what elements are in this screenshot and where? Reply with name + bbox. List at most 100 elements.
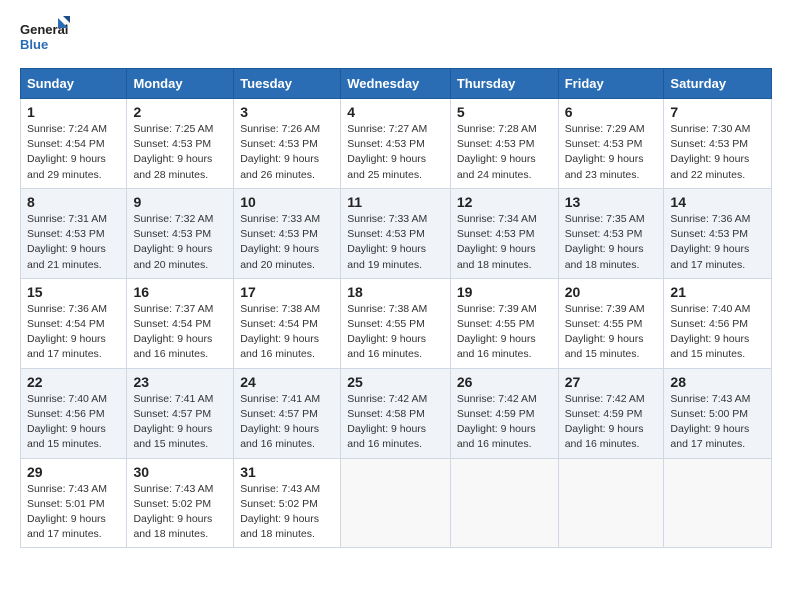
day-detail: Sunrise: 7:36 AM Sunset: 4:54 PM Dayligh… [27, 302, 120, 363]
day-detail: Sunrise: 7:35 AM Sunset: 4:53 PM Dayligh… [565, 212, 658, 273]
day-detail: Sunrise: 7:25 AM Sunset: 4:53 PM Dayligh… [133, 122, 227, 183]
day-number: 9 [133, 194, 227, 210]
header-wednesday: Wednesday [341, 69, 451, 99]
calendar-cell: 18 Sunrise: 7:38 AM Sunset: 4:55 PM Dayl… [341, 278, 451, 368]
calendar-cell: 21 Sunrise: 7:40 AM Sunset: 4:56 PM Dayl… [664, 278, 772, 368]
day-detail: Sunrise: 7:39 AM Sunset: 4:55 PM Dayligh… [457, 302, 552, 363]
day-number: 8 [27, 194, 120, 210]
header-thursday: Thursday [450, 69, 558, 99]
day-detail: Sunrise: 7:36 AM Sunset: 4:53 PM Dayligh… [670, 212, 765, 273]
day-number: 30 [133, 464, 227, 480]
calendar-cell: 17 Sunrise: 7:38 AM Sunset: 4:54 PM Dayl… [234, 278, 341, 368]
day-number: 14 [670, 194, 765, 210]
logo: General Blue [20, 16, 70, 58]
day-detail: Sunrise: 7:40 AM Sunset: 4:56 PM Dayligh… [27, 392, 120, 453]
header-sunday: Sunday [21, 69, 127, 99]
header-saturday: Saturday [664, 69, 772, 99]
calendar-cell: 24 Sunrise: 7:41 AM Sunset: 4:57 PM Dayl… [234, 368, 341, 458]
header-monday: Monday [127, 69, 234, 99]
calendar-cell [558, 458, 664, 548]
day-detail: Sunrise: 7:33 AM Sunset: 4:53 PM Dayligh… [240, 212, 334, 273]
calendar-cell: 22 Sunrise: 7:40 AM Sunset: 4:56 PM Dayl… [21, 368, 127, 458]
calendar-cell: 20 Sunrise: 7:39 AM Sunset: 4:55 PM Dayl… [558, 278, 664, 368]
calendar-cell: 13 Sunrise: 7:35 AM Sunset: 4:53 PM Dayl… [558, 188, 664, 278]
day-detail: Sunrise: 7:26 AM Sunset: 4:53 PM Dayligh… [240, 122, 334, 183]
day-number: 24 [240, 374, 334, 390]
calendar-cell: 9 Sunrise: 7:32 AM Sunset: 4:53 PM Dayli… [127, 188, 234, 278]
calendar-cell: 28 Sunrise: 7:43 AM Sunset: 5:00 PM Dayl… [664, 368, 772, 458]
day-detail: Sunrise: 7:37 AM Sunset: 4:54 PM Dayligh… [133, 302, 227, 363]
svg-text:Blue: Blue [20, 37, 48, 52]
calendar-week-4: 22 Sunrise: 7:40 AM Sunset: 4:56 PM Dayl… [21, 368, 772, 458]
calendar-header-row: SundayMondayTuesdayWednesdayThursdayFrid… [21, 69, 772, 99]
calendar-cell: 26 Sunrise: 7:42 AM Sunset: 4:59 PM Dayl… [450, 368, 558, 458]
header-friday: Friday [558, 69, 664, 99]
day-number: 1 [27, 104, 120, 120]
day-number: 12 [457, 194, 552, 210]
day-detail: Sunrise: 7:38 AM Sunset: 4:55 PM Dayligh… [347, 302, 444, 363]
day-detail: Sunrise: 7:42 AM Sunset: 4:59 PM Dayligh… [565, 392, 658, 453]
calendar-cell: 19 Sunrise: 7:39 AM Sunset: 4:55 PM Dayl… [450, 278, 558, 368]
calendar-cell: 4 Sunrise: 7:27 AM Sunset: 4:53 PM Dayli… [341, 99, 451, 189]
calendar-cell [450, 458, 558, 548]
calendar-week-5: 29 Sunrise: 7:43 AM Sunset: 5:01 PM Dayl… [21, 458, 772, 548]
day-number: 16 [133, 284, 227, 300]
day-detail: Sunrise: 7:27 AM Sunset: 4:53 PM Dayligh… [347, 122, 444, 183]
calendar-cell: 31 Sunrise: 7:43 AM Sunset: 5:02 PM Dayl… [234, 458, 341, 548]
day-detail: Sunrise: 7:43 AM Sunset: 5:02 PM Dayligh… [240, 482, 334, 543]
day-detail: Sunrise: 7:32 AM Sunset: 4:53 PM Dayligh… [133, 212, 227, 273]
calendar-cell: 30 Sunrise: 7:43 AM Sunset: 5:02 PM Dayl… [127, 458, 234, 548]
calendar-cell: 3 Sunrise: 7:26 AM Sunset: 4:53 PM Dayli… [234, 99, 341, 189]
page-header: General Blue [20, 16, 772, 58]
day-number: 5 [457, 104, 552, 120]
calendar-cell: 6 Sunrise: 7:29 AM Sunset: 4:53 PM Dayli… [558, 99, 664, 189]
day-detail: Sunrise: 7:38 AM Sunset: 4:54 PM Dayligh… [240, 302, 334, 363]
calendar-week-3: 15 Sunrise: 7:36 AM Sunset: 4:54 PM Dayl… [21, 278, 772, 368]
day-number: 18 [347, 284, 444, 300]
day-detail: Sunrise: 7:24 AM Sunset: 4:54 PM Dayligh… [27, 122, 120, 183]
calendar-cell: 12 Sunrise: 7:34 AM Sunset: 4:53 PM Dayl… [450, 188, 558, 278]
calendar-cell: 27 Sunrise: 7:42 AM Sunset: 4:59 PM Dayl… [558, 368, 664, 458]
day-number: 23 [133, 374, 227, 390]
day-number: 20 [565, 284, 658, 300]
day-detail: Sunrise: 7:40 AM Sunset: 4:56 PM Dayligh… [670, 302, 765, 363]
day-number: 7 [670, 104, 765, 120]
calendar-cell: 16 Sunrise: 7:37 AM Sunset: 4:54 PM Dayl… [127, 278, 234, 368]
calendar-week-2: 8 Sunrise: 7:31 AM Sunset: 4:53 PM Dayli… [21, 188, 772, 278]
day-number: 25 [347, 374, 444, 390]
calendar-cell: 10 Sunrise: 7:33 AM Sunset: 4:53 PM Dayl… [234, 188, 341, 278]
day-detail: Sunrise: 7:33 AM Sunset: 4:53 PM Dayligh… [347, 212, 444, 273]
day-detail: Sunrise: 7:41 AM Sunset: 4:57 PM Dayligh… [133, 392, 227, 453]
calendar-cell: 5 Sunrise: 7:28 AM Sunset: 4:53 PM Dayli… [450, 99, 558, 189]
day-detail: Sunrise: 7:34 AM Sunset: 4:53 PM Dayligh… [457, 212, 552, 273]
day-number: 10 [240, 194, 334, 210]
day-number: 2 [133, 104, 227, 120]
calendar-cell: 15 Sunrise: 7:36 AM Sunset: 4:54 PM Dayl… [21, 278, 127, 368]
calendar-cell: 1 Sunrise: 7:24 AM Sunset: 4:54 PM Dayli… [21, 99, 127, 189]
calendar-cell: 29 Sunrise: 7:43 AM Sunset: 5:01 PM Dayl… [21, 458, 127, 548]
calendar-cell: 11 Sunrise: 7:33 AM Sunset: 4:53 PM Dayl… [341, 188, 451, 278]
day-number: 4 [347, 104, 444, 120]
calendar-cell [664, 458, 772, 548]
day-number: 11 [347, 194, 444, 210]
day-number: 22 [27, 374, 120, 390]
logo-svg: General Blue [20, 16, 70, 58]
day-number: 29 [27, 464, 120, 480]
day-number: 15 [27, 284, 120, 300]
day-detail: Sunrise: 7:42 AM Sunset: 4:59 PM Dayligh… [457, 392, 552, 453]
day-number: 26 [457, 374, 552, 390]
day-number: 17 [240, 284, 334, 300]
day-number: 13 [565, 194, 658, 210]
calendar-cell: 2 Sunrise: 7:25 AM Sunset: 4:53 PM Dayli… [127, 99, 234, 189]
day-detail: Sunrise: 7:43 AM Sunset: 5:00 PM Dayligh… [670, 392, 765, 453]
calendar-cell: 23 Sunrise: 7:41 AM Sunset: 4:57 PM Dayl… [127, 368, 234, 458]
day-detail: Sunrise: 7:31 AM Sunset: 4:53 PM Dayligh… [27, 212, 120, 273]
header-tuesday: Tuesday [234, 69, 341, 99]
calendar-week-1: 1 Sunrise: 7:24 AM Sunset: 4:54 PM Dayli… [21, 99, 772, 189]
day-detail: Sunrise: 7:28 AM Sunset: 4:53 PM Dayligh… [457, 122, 552, 183]
day-number: 28 [670, 374, 765, 390]
day-number: 3 [240, 104, 334, 120]
day-number: 6 [565, 104, 658, 120]
day-number: 21 [670, 284, 765, 300]
day-detail: Sunrise: 7:30 AM Sunset: 4:53 PM Dayligh… [670, 122, 765, 183]
